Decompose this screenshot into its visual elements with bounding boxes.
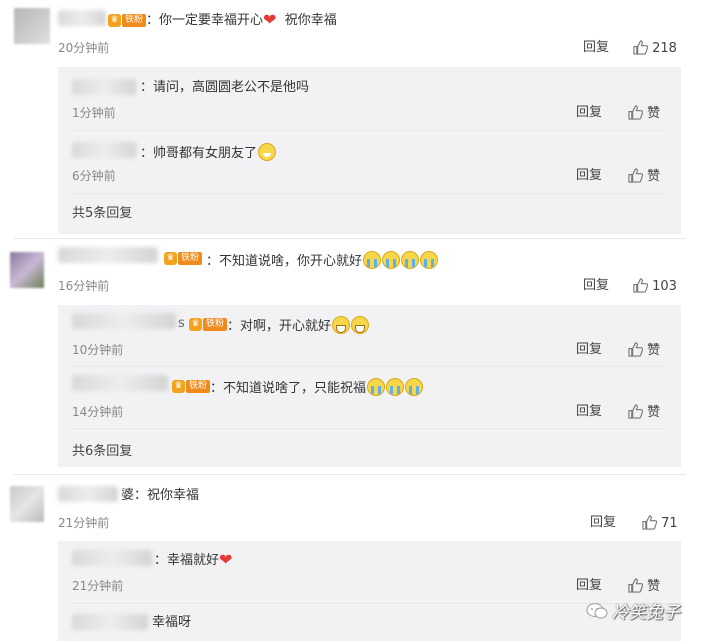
reply-button[interactable]: 回复 bbox=[576, 168, 602, 184]
crown-icon: ♛ bbox=[172, 380, 185, 393]
fan-badge: ♛ 铁粉 bbox=[164, 251, 203, 266]
avatar[interactable] bbox=[10, 252, 44, 288]
thumbs-up-icon bbox=[628, 578, 643, 593]
crying-emoji-icon bbox=[363, 251, 382, 269]
reply-button[interactable]: 回复 bbox=[576, 105, 602, 121]
username[interactable] bbox=[72, 313, 176, 329]
heart-icon: ❤ bbox=[219, 550, 233, 569]
like-count: 71 bbox=[661, 516, 678, 531]
like-button[interactable]: 赞 bbox=[628, 105, 660, 122]
view-more-replies-link[interactable]: 共6条回复 bbox=[72, 444, 132, 460]
fan-badge: ♛ 铁粉 bbox=[172, 379, 211, 394]
like-button[interactable]: 赞 bbox=[628, 578, 660, 595]
like-button[interactable]: 赞 bbox=[628, 342, 660, 359]
thumbs-up-icon bbox=[633, 278, 648, 293]
thumbs-up-icon bbox=[628, 168, 643, 183]
username[interactable] bbox=[72, 614, 148, 630]
like-label: 赞 bbox=[647, 169, 661, 184]
reply-text: ：请问，高圆圆老公不是他吗 bbox=[140, 80, 310, 95]
reply-time: 14分钟前 bbox=[72, 405, 124, 419]
watermark-text: 冷笑兔子 bbox=[612, 603, 680, 623]
crying-emoji-icon bbox=[420, 251, 439, 269]
fan-badge: ♛ 铁粉 bbox=[108, 13, 147, 28]
reply-prefix: s bbox=[178, 316, 185, 331]
avatar[interactable] bbox=[14, 8, 50, 44]
crying-emoji-icon bbox=[386, 378, 405, 396]
watermark: 冷笑兔子 bbox=[586, 598, 680, 623]
reply-text: ：幸福就好❤ bbox=[154, 550, 233, 569]
reply-time: 1分钟前 bbox=[72, 106, 116, 120]
crying-emoji-icon bbox=[382, 251, 401, 269]
crying-emoji-icon bbox=[405, 378, 424, 396]
heart-icon: ❤ bbox=[263, 10, 277, 29]
comment-time: 16分钟前 bbox=[58, 279, 110, 293]
crying-emoji-icon bbox=[401, 251, 420, 269]
comment-text: ：你一定要幸福开心❤ 祝你幸福 bbox=[146, 10, 337, 29]
username[interactable] bbox=[72, 375, 168, 391]
divider bbox=[72, 366, 668, 367]
reply-text: ：帅哥都有女朋友了 bbox=[140, 143, 277, 162]
divider bbox=[14, 238, 686, 239]
like-button[interactable]: 218 bbox=[633, 40, 677, 57]
reply-button[interactable]: 回复 bbox=[590, 515, 616, 531]
grin-emoji-icon bbox=[332, 316, 351, 334]
wechat-icon bbox=[586, 602, 608, 619]
username[interactable] bbox=[58, 10, 106, 26]
like-button[interactable]: 赞 bbox=[628, 168, 660, 185]
thumbs-up-icon bbox=[633, 40, 648, 55]
avatar[interactable] bbox=[10, 486, 44, 522]
divider bbox=[72, 603, 668, 604]
like-label: 赞 bbox=[647, 405, 661, 420]
reply-text: 幸福呀 bbox=[152, 615, 192, 630]
username[interactable] bbox=[72, 550, 152, 566]
divider bbox=[14, 474, 686, 475]
like-button[interactable]: 103 bbox=[633, 278, 677, 295]
view-more-replies-link[interactable]: 共5条回复 bbox=[72, 206, 132, 222]
like-label: 赞 bbox=[647, 579, 661, 594]
divider bbox=[72, 130, 668, 131]
like-label: 赞 bbox=[647, 343, 661, 358]
reply-time: 6分钟前 bbox=[72, 169, 116, 183]
crying-emoji-icon bbox=[367, 378, 386, 396]
divider bbox=[72, 428, 668, 429]
divider bbox=[72, 193, 668, 194]
comment-time: 20分钟前 bbox=[58, 41, 110, 55]
username[interactable] bbox=[72, 79, 136, 95]
reply-text: ：对啊，开心就好 bbox=[227, 316, 370, 335]
thumbs-up-icon bbox=[628, 105, 643, 120]
reply-text: ：不知道说啥了，只能祝福 bbox=[210, 378, 424, 397]
fan-badge: ♛ 铁粉 bbox=[189, 317, 228, 332]
crown-icon: ♛ bbox=[189, 318, 202, 331]
reply-button[interactable]: 回复 bbox=[576, 342, 602, 358]
like-count: 103 bbox=[652, 279, 677, 294]
crown-icon: ♛ bbox=[164, 252, 177, 265]
username[interactable] bbox=[58, 486, 118, 502]
grin-emoji-icon bbox=[351, 316, 370, 334]
comment-time: 21分钟前 bbox=[58, 516, 110, 530]
thumbs-up-icon bbox=[628, 342, 643, 357]
reply-button[interactable]: 回复 bbox=[576, 404, 602, 420]
like-button[interactable]: 71 bbox=[642, 515, 678, 532]
username[interactable] bbox=[72, 142, 136, 158]
thumbs-up-icon bbox=[642, 515, 657, 530]
crown-icon: ♛ bbox=[108, 14, 121, 27]
username[interactable] bbox=[58, 247, 158, 263]
like-count: 218 bbox=[652, 41, 677, 56]
reply-time: 21分钟前 bbox=[72, 579, 124, 593]
comment-text: ：不知道说啥，你开心就好 bbox=[206, 251, 439, 270]
like-label: 赞 bbox=[647, 106, 661, 121]
reply-button[interactable]: 回复 bbox=[583, 278, 609, 294]
thumbs-up-icon bbox=[628, 404, 643, 419]
like-button[interactable]: 赞 bbox=[628, 404, 660, 421]
reply-button[interactable]: 回复 bbox=[583, 40, 609, 56]
reply-time: 10分钟前 bbox=[72, 343, 124, 357]
reply-button[interactable]: 回复 bbox=[576, 578, 602, 594]
laugh-emoji-icon bbox=[258, 143, 277, 161]
comment-text: 婆：祝你幸福 bbox=[121, 488, 200, 503]
